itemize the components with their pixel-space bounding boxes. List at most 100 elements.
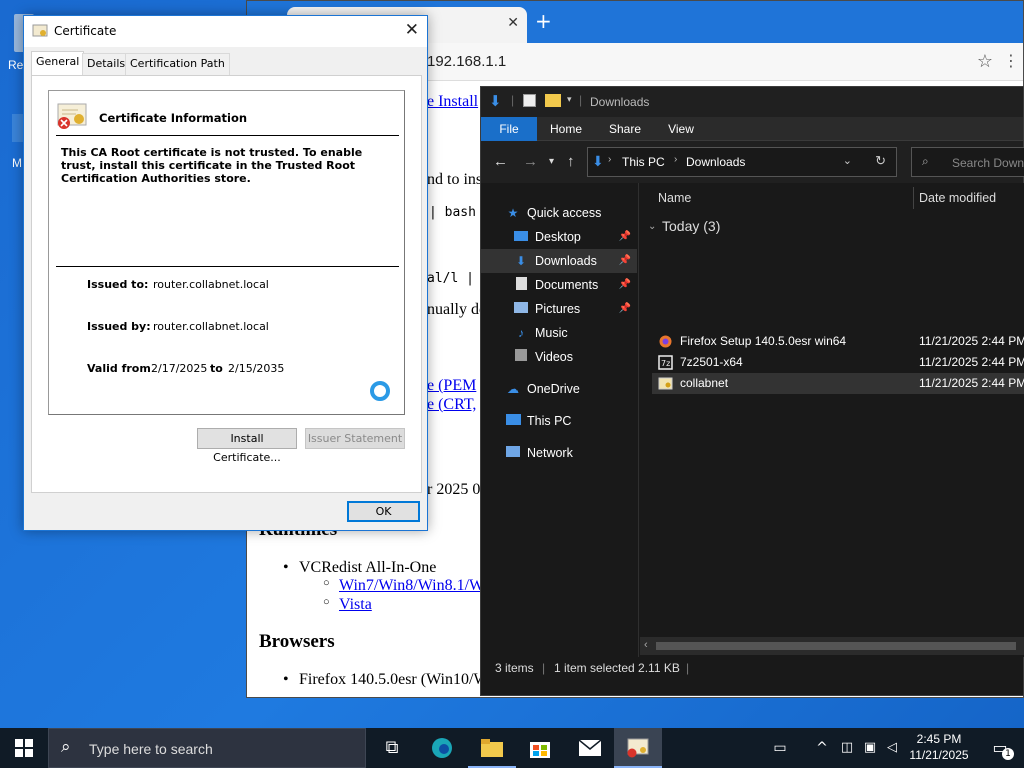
forward-arrow-icon[interactable]: →: [523, 153, 538, 170]
windows-start-icon[interactable]: [0, 728, 48, 768]
keyboard-icon[interactable]: ▭: [756, 728, 804, 768]
search-box[interactable]: ⌕ Search Downl: [911, 147, 1024, 177]
status-bar: 3 items | 1 item selected 2.11 KB |: [481, 657, 1023, 679]
volume-muted-icon[interactable]: ◁: [880, 728, 904, 768]
nav-desktop[interactable]: Desktop 📌: [481, 225, 637, 249]
divider: |: [511, 93, 515, 107]
issued-to-value: router.collabnet.local: [153, 278, 269, 291]
certificate-app-icon[interactable]: [614, 728, 662, 768]
tab-details[interactable]: Details: [82, 53, 131, 75]
page-link-pem[interactable]: e (PEM: [427, 377, 476, 395]
close-icon[interactable]: ✕: [405, 20, 419, 40]
path-downloads[interactable]: Downloads: [686, 155, 745, 169]
page-link-install[interactable]: e Install: [427, 93, 478, 111]
horizontal-scrollbar[interactable]: ‹: [640, 637, 1024, 655]
new-folder-icon[interactable]: [545, 94, 561, 107]
scroll-left-icon[interactable]: ‹: [644, 639, 648, 651]
file-explorer-icon[interactable]: [468, 728, 516, 768]
new-tab-icon[interactable]: +: [535, 9, 552, 33]
column-divider[interactable]: [913, 187, 914, 209]
nav-label: Documents: [535, 278, 599, 292]
group-today[interactable]: Today (3): [662, 218, 720, 234]
nav-network[interactable]: Network: [481, 441, 637, 465]
network-status-icon[interactable]: ▣: [858, 728, 882, 768]
separator-line: [56, 135, 399, 136]
file-list: Name Date modified ⌄ Today (3) Firefox S…: [640, 183, 1024, 657]
pin-icon: 📌: [618, 255, 631, 266]
ribbon-tab-view[interactable]: View: [657, 117, 705, 141]
column-date-modified[interactable]: Date modified: [919, 183, 996, 213]
ribbon-tab-home[interactable]: Home: [541, 117, 591, 141]
up-arrow-icon[interactable]: ↑: [567, 153, 575, 170]
ribbon-tabs: File Home Share View: [481, 117, 1023, 141]
tab-general[interactable]: General: [31, 51, 85, 76]
file-row[interactable]: 7z 7z2501-x64 11/21/2025 2:44 PM: [652, 352, 1024, 373]
favorite-star-icon[interactable]: ☆: [977, 51, 993, 72]
recent-locations-icon[interactable]: ▾: [549, 156, 554, 167]
menu-icon[interactable]: ⋮: [1003, 51, 1019, 70]
ribbon-tab-share[interactable]: Share: [599, 117, 651, 141]
notifications-icon[interactable]: ▭ 1: [976, 728, 1024, 768]
tab-certification-path[interactable]: Certification Path: [125, 53, 230, 75]
pin-icon: 📌: [618, 279, 631, 290]
path-thispc[interactable]: This PC: [622, 155, 665, 169]
valid-to-label: to: [210, 362, 223, 375]
close-tab-icon[interactable]: ✕: [507, 15, 519, 31]
column-name[interactable]: Name: [658, 183, 691, 213]
clock-time: 2:45 PM: [916, 732, 962, 746]
nav-documents[interactable]: Documents 📌: [481, 273, 637, 297]
nav-pictures[interactable]: Pictures 📌: [481, 297, 637, 321]
explorer-navbar: ← → ▾ ↑ ⬇ › This PC › Downloads ⌄ ↻ ⌕ Se…: [481, 141, 1024, 183]
vc-link-vista[interactable]: Vista: [339, 596, 372, 614]
address-url[interactable]: 192.168.1.1: [427, 53, 506, 70]
7zip-installer-icon: 7z: [658, 355, 673, 370]
vc-link-win7[interactable]: Win7/Win8/Win8.1/W: [339, 577, 484, 595]
issuer-statement-button[interactable]: Issuer Statement: [305, 428, 405, 449]
store-icon[interactable]: [516, 728, 564, 768]
svg-text:7z: 7z: [661, 359, 670, 368]
file-row-selected[interactable]: collabnet 11/21/2025 2:44 PM: [652, 373, 1024, 394]
mail-icon[interactable]: [566, 728, 614, 768]
edge-browser-icon[interactable]: [418, 728, 466, 768]
nav-label: Network: [527, 446, 573, 460]
nav-onedrive[interactable]: ☁ OneDrive: [481, 377, 637, 401]
notification-badge: 1: [1002, 748, 1014, 760]
customize-toolbar-icon[interactable]: ▾: [567, 94, 572, 105]
path-dropdown-icon[interactable]: ⌄: [843, 154, 852, 167]
ok-button[interactable]: OK: [347, 501, 420, 522]
bullet: •: [283, 671, 289, 688]
nav-thispc[interactable]: This PC: [481, 409, 637, 433]
file-date: 11/21/2025 2:44 PM: [919, 334, 1024, 348]
collapse-group-icon[interactable]: ⌄: [648, 221, 656, 232]
back-arrow-icon[interactable]: ←: [493, 153, 508, 170]
task-view-icon[interactable]: ⧉: [368, 728, 416, 768]
taskbar-search-box[interactable]: ⌕ Type here to search: [48, 728, 366, 768]
download-arrow-icon[interactable]: ⬇: [489, 92, 502, 110]
system-clock[interactable]: 2:45 PM 11/21/2025: [904, 731, 974, 763]
valid-to-value: 2/15/2035: [228, 362, 285, 375]
install-certificate-button[interactable]: Install Certificate...: [197, 428, 297, 464]
scrollbar-thumb[interactable]: [656, 642, 1016, 650]
nav-quick-access[interactable]: ★ Quick access: [481, 201, 637, 225]
file-row[interactable]: Firefox Setup 140.5.0esr win64 11/21/202…: [652, 331, 1024, 352]
refresh-icon[interactable]: ↻: [875, 153, 886, 169]
pin-icon: 📌: [618, 303, 631, 314]
address-path[interactable]: ⬇ › This PC › Downloads ⌄ ↻: [587, 147, 897, 177]
navigation-pane: ★ Quick access Desktop 📌 ⬇ Downloads 📌 D…: [481, 183, 639, 657]
downloads-icon: ⬇: [515, 254, 527, 268]
nav-label: Downloads: [535, 254, 597, 268]
properties-icon[interactable]: [523, 94, 536, 107]
status-selected: 1 item selected 2.11 KB: [554, 661, 680, 675]
star-icon: ★: [507, 206, 519, 220]
device-icon[interactable]: ◫: [834, 728, 860, 768]
nav-label: Music: [535, 326, 568, 340]
nav-music[interactable]: ♪ Music: [481, 321, 637, 345]
computer-icon: [505, 413, 521, 429]
explorer-titlebar: ⬇ | ▾ | Downloads: [481, 87, 1023, 117]
page-link-crt[interactable]: e (CRT,: [427, 396, 476, 414]
ribbon-tab-file[interactable]: File: [481, 117, 537, 141]
certificate-icon: [32, 24, 48, 37]
nav-videos[interactable]: Videos: [481, 345, 637, 369]
recycle-bin-label: Re: [8, 58, 24, 72]
nav-downloads[interactable]: ⬇ Downloads 📌: [481, 249, 637, 273]
